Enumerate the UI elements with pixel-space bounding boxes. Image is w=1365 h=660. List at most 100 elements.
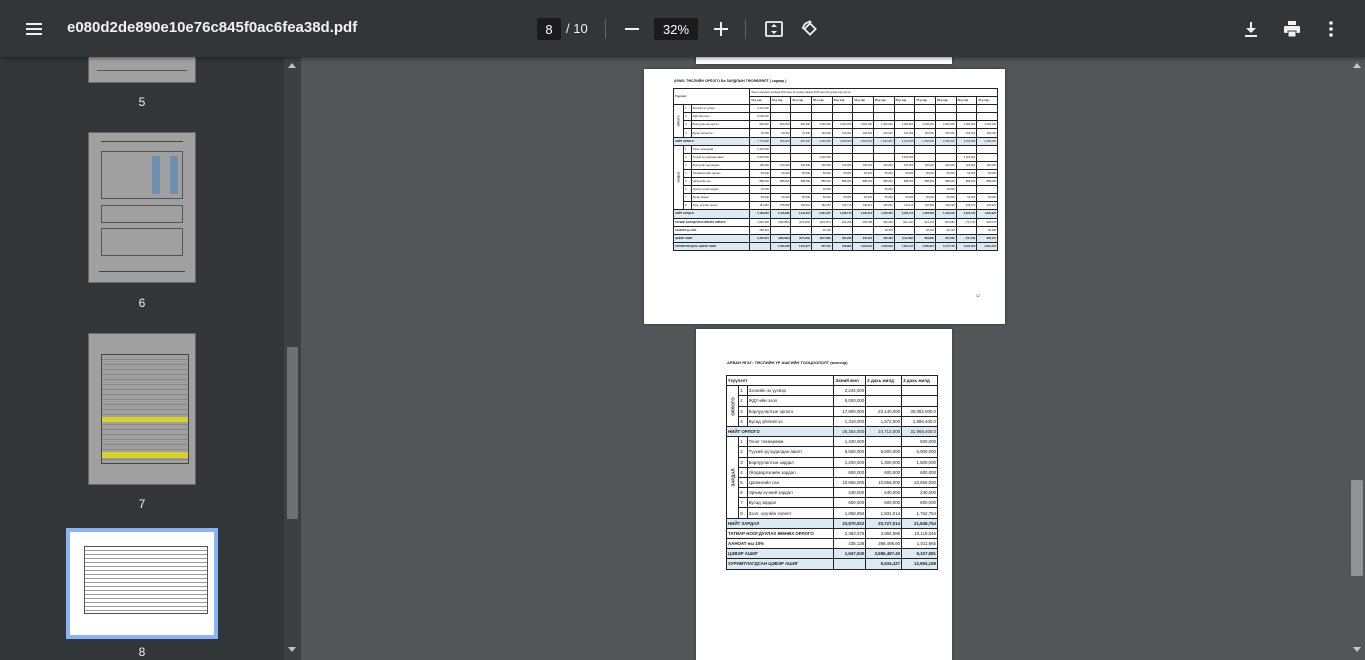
table-cell: 50,000 [976, 193, 998, 203]
table-cell: 888,000 [769, 177, 792, 187]
table-cell: 1,011,965 [901, 537, 938, 550]
table-cell: 23,970,922 [833, 517, 867, 529]
table-cell [790, 112, 813, 122]
thumbnail-page-7[interactable] [88, 333, 196, 485]
expense-row: 6 Эрчим хүчний зардал 240,000 240,000 240,00… [727, 487, 938, 499]
table-cell: 100,000 [893, 160, 916, 170]
row-label: НИЙТ ЗАРДАЛ [672, 209, 751, 219]
header-cell: 2 дахь жилд [865, 374, 903, 387]
header-cell: 08-р сар [934, 96, 957, 106]
page-number-input[interactable]: 8 [537, 18, 561, 40]
scroll-up-arrow-icon[interactable] [1353, 63, 1361, 68]
row-label: НИЙТ ЗАРДАЛ [725, 517, 835, 529]
table-cell: 5,500,000 [865, 446, 903, 458]
table-cell: 50,000 [831, 193, 854, 203]
thumbnail-rule [99, 271, 185, 272]
row-label: ЦЭВЭР АШИГ [725, 548, 835, 560]
table-cell: 2,365,937 [914, 241, 936, 251]
table-cell [934, 112, 957, 122]
row-label: ААНОАТ ны 10% [672, 225, 751, 235]
summary-row: ЦЭВЭР АШИГ 1,947,940 3,586,487.40 9,107,681 [725, 548, 938, 560]
row-number: 1 [683, 144, 692, 154]
expense-row: 8 Зээл, хүүгийн төлөлт 161,662 158,866 156,0… [674, 201, 998, 211]
thumbnail-rule [97, 70, 187, 71]
table-cell: 50,000 [955, 168, 978, 179]
table-cell: 2,150,000 [914, 136, 936, 146]
table-cell: 1,246,866 [769, 209, 792, 219]
thumbnail-highlight [152, 156, 160, 194]
table-cell: 50,000 [769, 168, 792, 179]
table-cell [976, 104, 998, 114]
table-cell: 3,177,776 [934, 241, 957, 251]
document-viewer: АРАВ: ТӨСЛИЙН ОРЛОГО Ба ЗАРДЛЫН ТӨСӨВЛӨЛ… [301, 57, 1349, 660]
table-cell: 1,600,000 [831, 136, 854, 146]
zoom-in-button[interactable] [703, 11, 739, 47]
pdf-page-12: АРАВ: ТӨСЛИЙН ОРЛОГО Ба ЗАРДЛЫН ТӨСӨВЛӨЛ… [644, 69, 1005, 324]
print-button[interactable] [1274, 11, 1310, 47]
summary-row: ХУРИМТЛАГДСАН ЦЭВЭР АШИГ 1,629,038 1,254,9… [672, 241, 998, 251]
row-number: 2 [738, 446, 748, 458]
table-cell: 50,000 [873, 193, 895, 203]
header-cell: 06-р сар [893, 96, 916, 106]
table-cell: (111,114) [893, 217, 916, 227]
menu-button[interactable] [16, 11, 52, 47]
sidebar-scroll-thumb[interactable] [287, 347, 298, 519]
table-cell: 240,000 [865, 487, 903, 499]
table-cell: (73,470) [955, 217, 978, 227]
header-cell: 10-р сар [976, 96, 998, 106]
group-label: ОРЛОГО [673, 104, 684, 138]
table-cell: 156,061 [790, 201, 813, 211]
sidebar-scrollbar[interactable] [284, 57, 301, 660]
zoom-level-input[interactable]: 32% [654, 18, 698, 40]
table-cell: 1,310,000 [833, 415, 867, 427]
table-cell: 2,244,000 [833, 385, 867, 397]
table-cell [769, 185, 792, 195]
table-cell [976, 112, 998, 122]
table-cell: 1,500,000 [811, 120, 833, 130]
table-cell [831, 225, 854, 235]
table-cell: 1,300,000 [865, 456, 903, 468]
table-cell: 2,325,904 [749, 233, 771, 243]
thumbnail-page-5[interactable] [88, 57, 196, 83]
table-cell [790, 152, 813, 162]
table-cell [901, 385, 938, 397]
zoom-out-button[interactable] [614, 11, 650, 47]
thumbnail-sidebar: 5 6 7 8 [0, 57, 284, 660]
row-number: 4 [683, 128, 692, 138]
expense-row: 3 Борлуулалтын зардал 100,000 100,000 100,00… [674, 160, 998, 170]
rotate-button[interactable] [792, 11, 828, 47]
table-cell [749, 241, 771, 251]
main-scroll-thumb[interactable] [1351, 480, 1363, 576]
table-cell: (149,492) [893, 233, 916, 243]
scroll-up-arrow-icon[interactable] [288, 63, 296, 68]
scroll-down-arrow-icon[interactable] [1353, 647, 1361, 652]
thumbnail-page-6[interactable] [88, 132, 196, 283]
table-header-row: Үзүүлэлт Төсөл хэрэгжих хугацаа 2014 оны … [672, 87, 998, 106]
table-cell: 888,000 [749, 177, 771, 187]
download-button[interactable] [1233, 11, 1269, 47]
table-cell: 10,656,000 [865, 476, 903, 489]
table-cell: 366,338 [873, 217, 895, 227]
row-label: Цалингийн сан [746, 476, 835, 489]
table-cell: 7,774,000 [749, 136, 771, 146]
table-cell: 361,290 [831, 217, 854, 227]
thumbnail-table [101, 151, 183, 199]
table-cell: 31,968,400.0 [901, 425, 938, 438]
thumbnail-table [101, 205, 183, 223]
main-scrollbar[interactable] [1349, 57, 1365, 660]
table-cell [831, 112, 854, 122]
row-label: Зээл, хүүгийн төлөлт [690, 201, 751, 211]
row-label: Бусад зардал [690, 193, 751, 203]
table-cell [873, 112, 895, 122]
table-cell [955, 185, 978, 195]
table-cell: 50,000 [914, 193, 936, 203]
table-cell: 145,662 [873, 201, 895, 211]
table-cell [831, 144, 854, 154]
table-cell: (374,061) [790, 233, 813, 243]
thumbnail-page-8[interactable] [66, 528, 218, 639]
scroll-down-arrow-icon[interactable] [288, 647, 296, 652]
more-actions-button[interactable] [1313, 11, 1349, 47]
row-number: 3 [683, 160, 692, 170]
header-cell: 02-р сар [811, 96, 833, 106]
fit-to-page-button[interactable] [756, 11, 792, 47]
